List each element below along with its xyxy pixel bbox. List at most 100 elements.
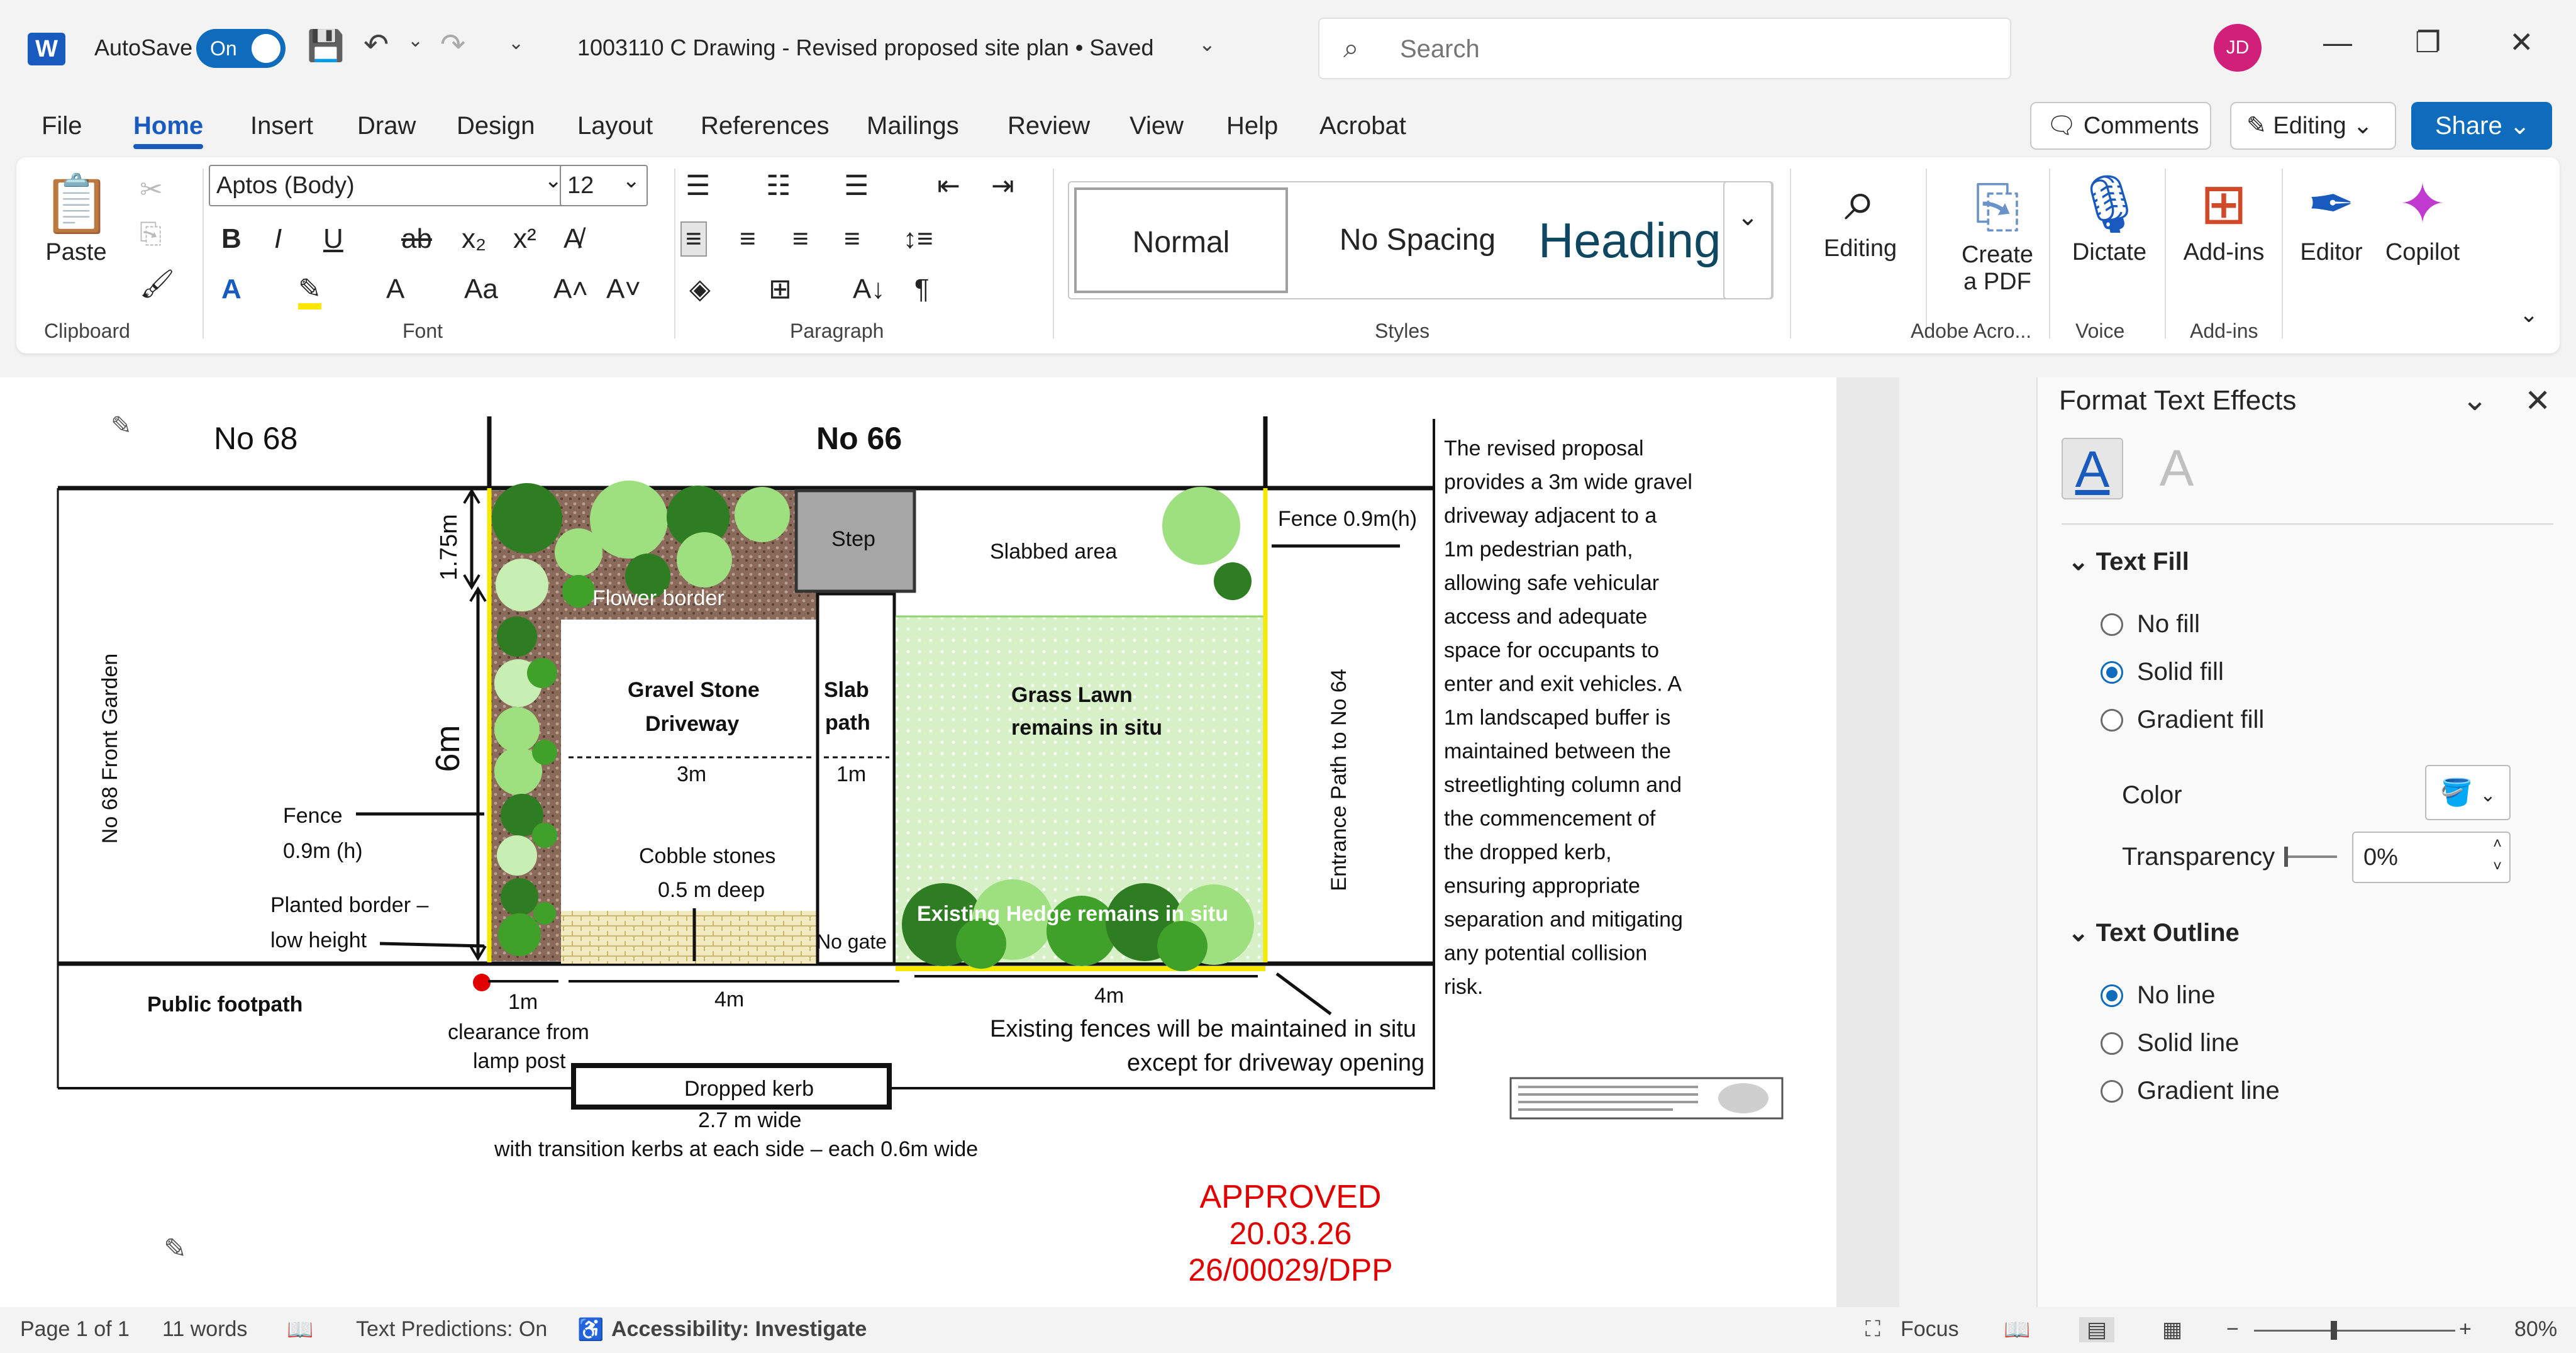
- style-normal[interactable]: Normal: [1074, 187, 1288, 293]
- multilevel-list-icon[interactable]: ☰: [844, 172, 869, 200]
- undo-icon[interactable]: ↶: [364, 30, 389, 60]
- zoom-slider-thumb[interactable]: [2331, 1321, 2337, 1340]
- title-chevron-icon[interactable]: ⌄: [1199, 34, 1216, 54]
- sort-icon[interactable]: A↓: [853, 276, 885, 303]
- search-input[interactable]: [1400, 31, 1966, 67]
- read-mode-icon[interactable]: 📖: [2004, 1317, 2030, 1342]
- minimize-icon[interactable]: —: [2323, 25, 2352, 59]
- copy-icon[interactable]: ⎘: [140, 220, 162, 248]
- undo-dropdown-icon[interactable]: ⌄: [408, 31, 423, 50]
- chevron-down-icon[interactable]: ⌄: [2462, 381, 2488, 418]
- comments-button[interactable]: 🗨 Comments: [2030, 102, 2211, 150]
- tab-view[interactable]: View: [1130, 112, 1184, 140]
- radio-solid-line[interactable]: Solid line: [2101, 1029, 2239, 1057]
- radio-solid-fill[interactable]: Solid fill: [2101, 658, 2224, 686]
- print-layout-icon[interactable]: ▤: [2079, 1317, 2115, 1342]
- document-title[interactable]: 1003110 C Drawing - Revised proposed sit…: [577, 35, 1153, 61]
- font-size-select[interactable]: 12: [560, 161, 648, 206]
- cut-icon[interactable]: ✂: [140, 176, 163, 204]
- bold-icon[interactable]: B: [221, 225, 242, 253]
- highlight-icon[interactable]: ✎: [298, 276, 321, 309]
- tab-acrobat[interactable]: Acrobat: [1319, 112, 1406, 140]
- save-icon[interactable]: 💾: [307, 31, 345, 62]
- tab-mailings[interactable]: Mailings: [867, 112, 959, 140]
- web-layout-icon[interactable]: ▦: [2162, 1317, 2182, 1342]
- styles-expand-icon[interactable]: ⌄: [1723, 181, 1772, 299]
- radio-circle[interactable]: [2101, 1079, 2123, 1103]
- close-pane-icon[interactable]: ✕: [2524, 382, 2551, 419]
- text-effects-tab-icon[interactable]: A: [2146, 438, 2207, 499]
- text-fill-outline-tab-icon[interactable]: A: [2062, 438, 2123, 499]
- autosave-toggle[interactable]: On: [196, 29, 286, 68]
- shrink-font-icon[interactable]: A˅: [606, 276, 641, 303]
- word-count[interactable]: 11 words: [162, 1317, 247, 1342]
- color-picker-button[interactable]: 🪣 ⌄: [2425, 765, 2511, 820]
- shading-icon[interactable]: ◈: [689, 276, 711, 303]
- strikethrough-icon[interactable]: ab: [401, 225, 432, 253]
- tab-layout[interactable]: Layout: [577, 112, 653, 140]
- document-page[interactable]: ✎ ✎ No 68 No 66 Step Slabbed area Flower…: [0, 377, 1836, 1307]
- radio-circle[interactable]: [2101, 1032, 2123, 1055]
- align-left-icon[interactable]: ≡: [680, 221, 707, 257]
- zoom-out-icon[interactable]: −: [2226, 1317, 2239, 1342]
- focus-button[interactable]: Focus: [1901, 1317, 1959, 1342]
- tab-help[interactable]: Help: [1226, 112, 1278, 140]
- dictate-button[interactable]: 🎙 Dictate: [2060, 170, 2158, 266]
- tab-draw[interactable]: Draw: [357, 112, 416, 140]
- copilot-button[interactable]: ✦ Copilot: [2379, 170, 2467, 266]
- spin-icon[interactable]: ˄ ˅: [2493, 833, 2502, 878]
- zoom-level[interactable]: 80%: [2514, 1317, 2557, 1342]
- radio-gradient-fill[interactable]: Gradient fill: [2101, 706, 2264, 734]
- text-effects-icon[interactable]: A: [221, 276, 242, 303]
- tab-references[interactable]: References: [701, 112, 830, 140]
- tab-insert[interactable]: Insert: [250, 112, 313, 140]
- radio-no-line[interactable]: No line: [2101, 981, 2216, 1010]
- clear-formatting-icon[interactable]: A̸: [564, 225, 582, 253]
- superscript-icon[interactable]: x²: [513, 225, 536, 253]
- style-no-spacing[interactable]: No Spacing: [1311, 187, 1524, 293]
- italic-icon[interactable]: I: [274, 225, 282, 253]
- decrease-indent-icon[interactable]: ⇤: [937, 172, 960, 200]
- radio-circle-selected[interactable]: [2101, 984, 2123, 1007]
- grow-font-icon[interactable]: A˄: [553, 276, 588, 303]
- increase-indent-icon[interactable]: ⇥: [991, 172, 1014, 200]
- text-outline-heading[interactable]: ⌄ Text Outline: [2068, 918, 2240, 947]
- radio-circle[interactable]: [2101, 613, 2123, 636]
- text-predictions[interactable]: Text Predictions: On: [356, 1317, 547, 1342]
- transparency-slider-thumb[interactable]: [2284, 847, 2288, 867]
- bullets-icon[interactable]: ☰: [686, 172, 710, 200]
- font-name-select[interactable]: Aptos (Body): [209, 161, 570, 206]
- share-button[interactable]: Share ⌄: [2411, 102, 2552, 150]
- radio-circle[interactable]: [2101, 708, 2123, 732]
- page-count[interactable]: Page 1 of 1: [20, 1317, 130, 1342]
- zoom-slider[interactable]: [2254, 1330, 2455, 1332]
- format-painter-icon[interactable]: 🖌: [140, 270, 175, 298]
- proofing-icon[interactable]: 📖: [287, 1317, 313, 1342]
- tab-home[interactable]: Home: [133, 112, 204, 149]
- line-spacing-icon[interactable]: ↕≡: [903, 225, 933, 253]
- style-heading[interactable]: Heading 1: [1528, 187, 1729, 293]
- show-marks-icon[interactable]: ¶: [914, 276, 930, 303]
- paste-button[interactable]: 📋 Paste: [42, 170, 112, 266]
- numbering-icon[interactable]: ☷: [766, 172, 791, 200]
- borders-icon[interactable]: ⊞: [769, 276, 792, 303]
- align-right-icon[interactable]: ≡: [792, 225, 809, 253]
- redo-icon[interactable]: ↷: [440, 30, 465, 60]
- accessibility-status[interactable]: Accessibility: Investigate: [611, 1317, 867, 1342]
- transparency-input[interactable]: 0% ˄ ˅: [2352, 832, 2511, 883]
- collapse-ribbon-icon[interactable]: ⌄: [2519, 303, 2538, 326]
- radio-circle-selected[interactable]: [2101, 660, 2123, 684]
- align-center-icon[interactable]: ≡: [740, 225, 756, 253]
- restore-icon[interactable]: ❐: [2415, 25, 2441, 59]
- addins-button[interactable]: ⊞ Add-ins: [2176, 170, 2272, 266]
- justify-icon[interactable]: ≡: [844, 225, 860, 253]
- underline-icon[interactable]: U: [323, 225, 343, 253]
- transparency-slider[interactable]: [2284, 855, 2337, 858]
- change-case-icon[interactable]: Aa: [464, 276, 498, 303]
- edit-anchor-icon-bottom[interactable]: ✎: [164, 1233, 187, 1264]
- radio-no-fill[interactable]: No fill: [2101, 610, 2200, 638]
- font-color-icon[interactable]: A: [386, 276, 404, 303]
- zoom-in-icon[interactable]: +: [2459, 1317, 2472, 1342]
- editing-mode-button[interactable]: ✎ Editing ⌄: [2230, 102, 2396, 150]
- editor-button[interactable]: ✒ Editor: [2290, 170, 2372, 266]
